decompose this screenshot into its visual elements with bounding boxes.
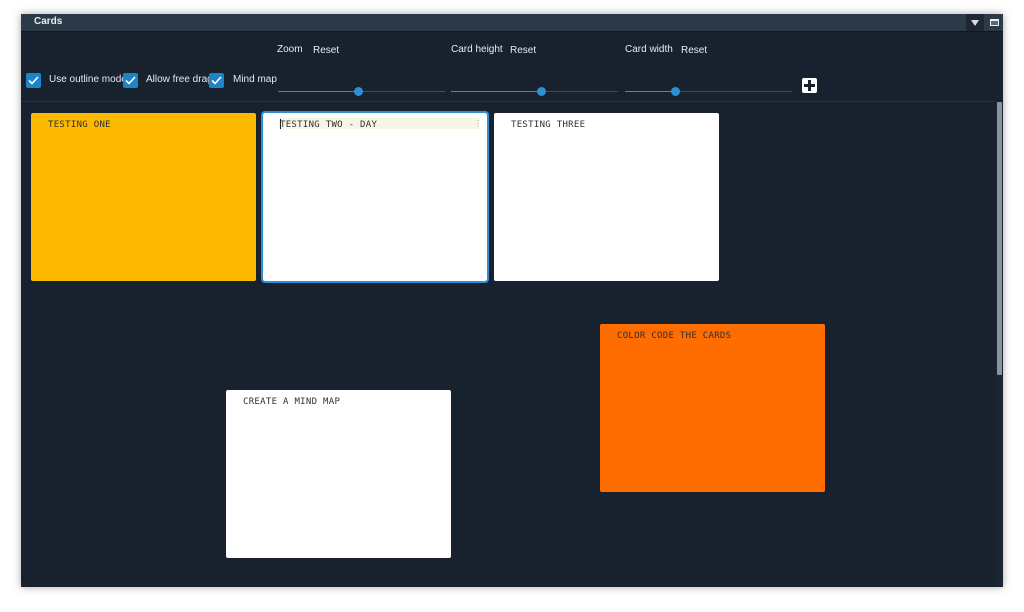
text-caret bbox=[280, 119, 281, 129]
card-height-reset-button[interactable]: Reset bbox=[510, 45, 536, 56]
card[interactable]: TESTING THREE bbox=[494, 113, 719, 281]
free-drag-label: Allow free drag bbox=[146, 74, 213, 85]
checkmark-icon bbox=[211, 76, 222, 85]
card[interactable]: TESTING ONE bbox=[31, 113, 256, 281]
checkmark-icon bbox=[28, 76, 39, 85]
card-text[interactable]: TESTING THREE bbox=[511, 120, 585, 130]
card-text[interactable]: TESTING ONE bbox=[48, 120, 111, 130]
card-height-label: Card height bbox=[451, 44, 503, 55]
add-card-button[interactable] bbox=[802, 78, 817, 93]
card-width-slider[interactable] bbox=[625, 87, 792, 96]
mind-map-label: Mind map bbox=[233, 74, 277, 85]
slider-fill bbox=[451, 91, 542, 92]
card[interactable]: CREATE A MIND MAP bbox=[226, 390, 451, 558]
title-bar: Cards bbox=[21, 14, 1003, 32]
card-menu-icon[interactable]: ⋮ bbox=[474, 119, 482, 128]
zoom-reset-button[interactable]: Reset bbox=[313, 45, 339, 56]
triangle-down-icon bbox=[971, 19, 979, 26]
vertical-scrollbar[interactable] bbox=[996, 102, 1003, 587]
checkmark-icon bbox=[125, 76, 136, 85]
card-text-editing[interactable]: TESTING TWO - DAY bbox=[280, 120, 377, 130]
card-width-reset-button[interactable]: Reset bbox=[681, 45, 707, 56]
plus-icon bbox=[804, 80, 815, 91]
restore-button[interactable] bbox=[985, 14, 1003, 31]
card-selected[interactable]: TESTING TWO - DAY ⋮ bbox=[261, 111, 489, 283]
outline-mode-checkbox[interactable] bbox=[26, 73, 41, 88]
slider-thumb[interactable] bbox=[671, 87, 681, 96]
slider-thumb[interactable] bbox=[354, 87, 364, 96]
scrollbar-thumb[interactable] bbox=[997, 102, 1002, 375]
outline-mode-label: Use outline mode bbox=[49, 74, 127, 85]
card-text[interactable]: CREATE A MIND MAP bbox=[243, 397, 340, 407]
free-drag-checkbox[interactable] bbox=[123, 73, 138, 88]
toolbar: Use outline mode Allow free drag Mind ma… bbox=[21, 32, 1003, 100]
zoom-slider[interactable] bbox=[278, 87, 445, 96]
cards-canvas[interactable]: TESTING ONE TESTING TWO - DAY ⋮ TESTING … bbox=[21, 102, 996, 587]
dropdown-button[interactable] bbox=[966, 14, 984, 31]
slider-thumb[interactable] bbox=[537, 87, 547, 96]
slider-fill bbox=[625, 91, 676, 92]
card-height-slider[interactable] bbox=[451, 87, 618, 96]
window-title: Cards bbox=[34, 16, 63, 27]
slider-fill bbox=[278, 91, 359, 92]
card-width-label: Card width bbox=[625, 44, 673, 55]
zoom-label: Zoom bbox=[277, 44, 303, 55]
card-text[interactable]: COLOR CODE THE CARDS bbox=[617, 331, 731, 341]
cards-window: Cards Use outline mode Allow free drag M… bbox=[21, 14, 1003, 587]
card[interactable]: COLOR CODE THE CARDS bbox=[600, 324, 825, 492]
mind-map-checkbox[interactable] bbox=[209, 73, 224, 88]
window-restore-icon bbox=[989, 19, 999, 26]
